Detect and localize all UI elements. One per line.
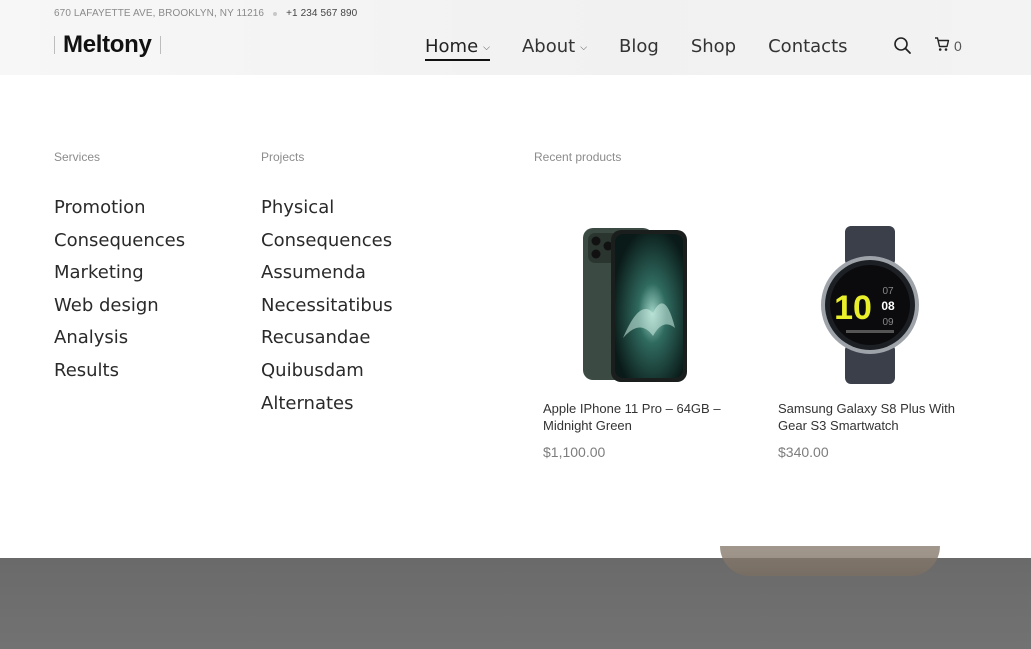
watch-minute-prev: 07 [882,286,894,297]
main-nav: Home ⌵ About ⌵ Blog Shop Contacts [425,33,880,61]
smartwatch-image[interactable]: 10 07 08 09 [770,218,960,393]
page-backdrop [0,546,1031,649]
address-text: 670 LAFAYETTE AVE, BROOKLYN, NY 11216 [54,8,265,19]
logo-bar-right [159,36,161,54]
menu-item-quibusdam[interactable]: Quibusdam [261,355,393,388]
topbar: 670 LAFAYETTE AVE, BROOKLYN, NY 11216 +1… [54,8,357,19]
chevron-down-icon: ⌵ [580,42,588,53]
projects-list: Physical Consequences Assumenda Necessit… [261,192,393,420]
menu-item-marketing[interactable]: Marketing [54,257,185,290]
watch-minute-current: 08 [881,299,895,313]
product-card: Apple IPhone 11 Pro – 64GB – Midnight Gr… [535,218,725,460]
cart-button[interactable]: 0 [934,36,962,56]
menu-item-results[interactable]: Results [54,355,185,388]
phone-image[interactable] [535,218,725,393]
cart-icon [934,36,950,56]
menu-item-physical[interactable]: Physical [261,192,393,225]
nav-item-contacts[interactable]: Contacts [768,33,847,60]
nav-item-home[interactable]: Home ⌵ [425,33,490,61]
product-price: $1,100.00 [543,444,606,460]
nav-item-label: About [521,36,576,57]
nav-item-shop[interactable]: Shop [691,33,736,60]
logo-text: Meltony [63,31,152,58]
menu-item-web-design[interactable]: Web design [54,290,185,323]
product-card: 10 07 08 09 Samsung Galaxy S8 Plus With … [770,218,960,460]
mega-menu: Services Promotion Consequences Marketin… [0,75,1031,558]
menu-item-necessitatibus[interactable]: Necessitatibus [261,290,393,323]
search-icon[interactable] [893,36,912,55]
nav-item-label: Contacts [768,36,848,57]
product-price: $340.00 [778,444,829,460]
chevron-down-icon: ⌵ [483,42,490,53]
menu-item-analysis[interactable]: Analysis [54,322,185,355]
menu-item-consequences[interactable]: Consequences [261,225,393,258]
nav-item-label: Shop [690,36,737,57]
watch-hour-text: 10 [834,289,872,327]
menu-item-recusandae[interactable]: Recusandae [261,322,393,355]
site-header: 670 LAFAYETTE AVE, BROOKLYN, NY 11216 +1… [0,0,1031,76]
nav-item-about[interactable]: About ⌵ [522,33,587,60]
services-list: Promotion Consequences Marketing Web des… [54,192,185,388]
services-title: Services [54,150,101,164]
background-image-fragment [720,546,940,576]
watch-minute-next: 09 [882,317,894,328]
nav-item-label: Blog [619,36,659,57]
recent-products-title: Recent products [534,150,622,164]
logo[interactable]: Meltony [54,31,161,59]
phone-link[interactable]: +1 234 567 890 [286,8,357,19]
nav-item-blog[interactable]: Blog [619,33,659,60]
projects-title: Projects [261,150,305,164]
menu-item-promotion[interactable]: Promotion [54,192,185,225]
product-name[interactable]: Samsung Galaxy S8 Plus With Gear S3 Smar… [770,400,960,434]
separator-dot [273,11,278,16]
cart-count: 0 [954,38,962,54]
menu-item-consequences[interactable]: Consequences [54,225,185,258]
menu-item-assumenda[interactable]: Assumenda [261,257,393,290]
nav-item-label: Home [425,36,479,57]
menu-item-alternates[interactable]: Alternates [261,388,393,421]
product-name[interactable]: Apple IPhone 11 Pro – 64GB – Midnight Gr… [535,400,725,434]
